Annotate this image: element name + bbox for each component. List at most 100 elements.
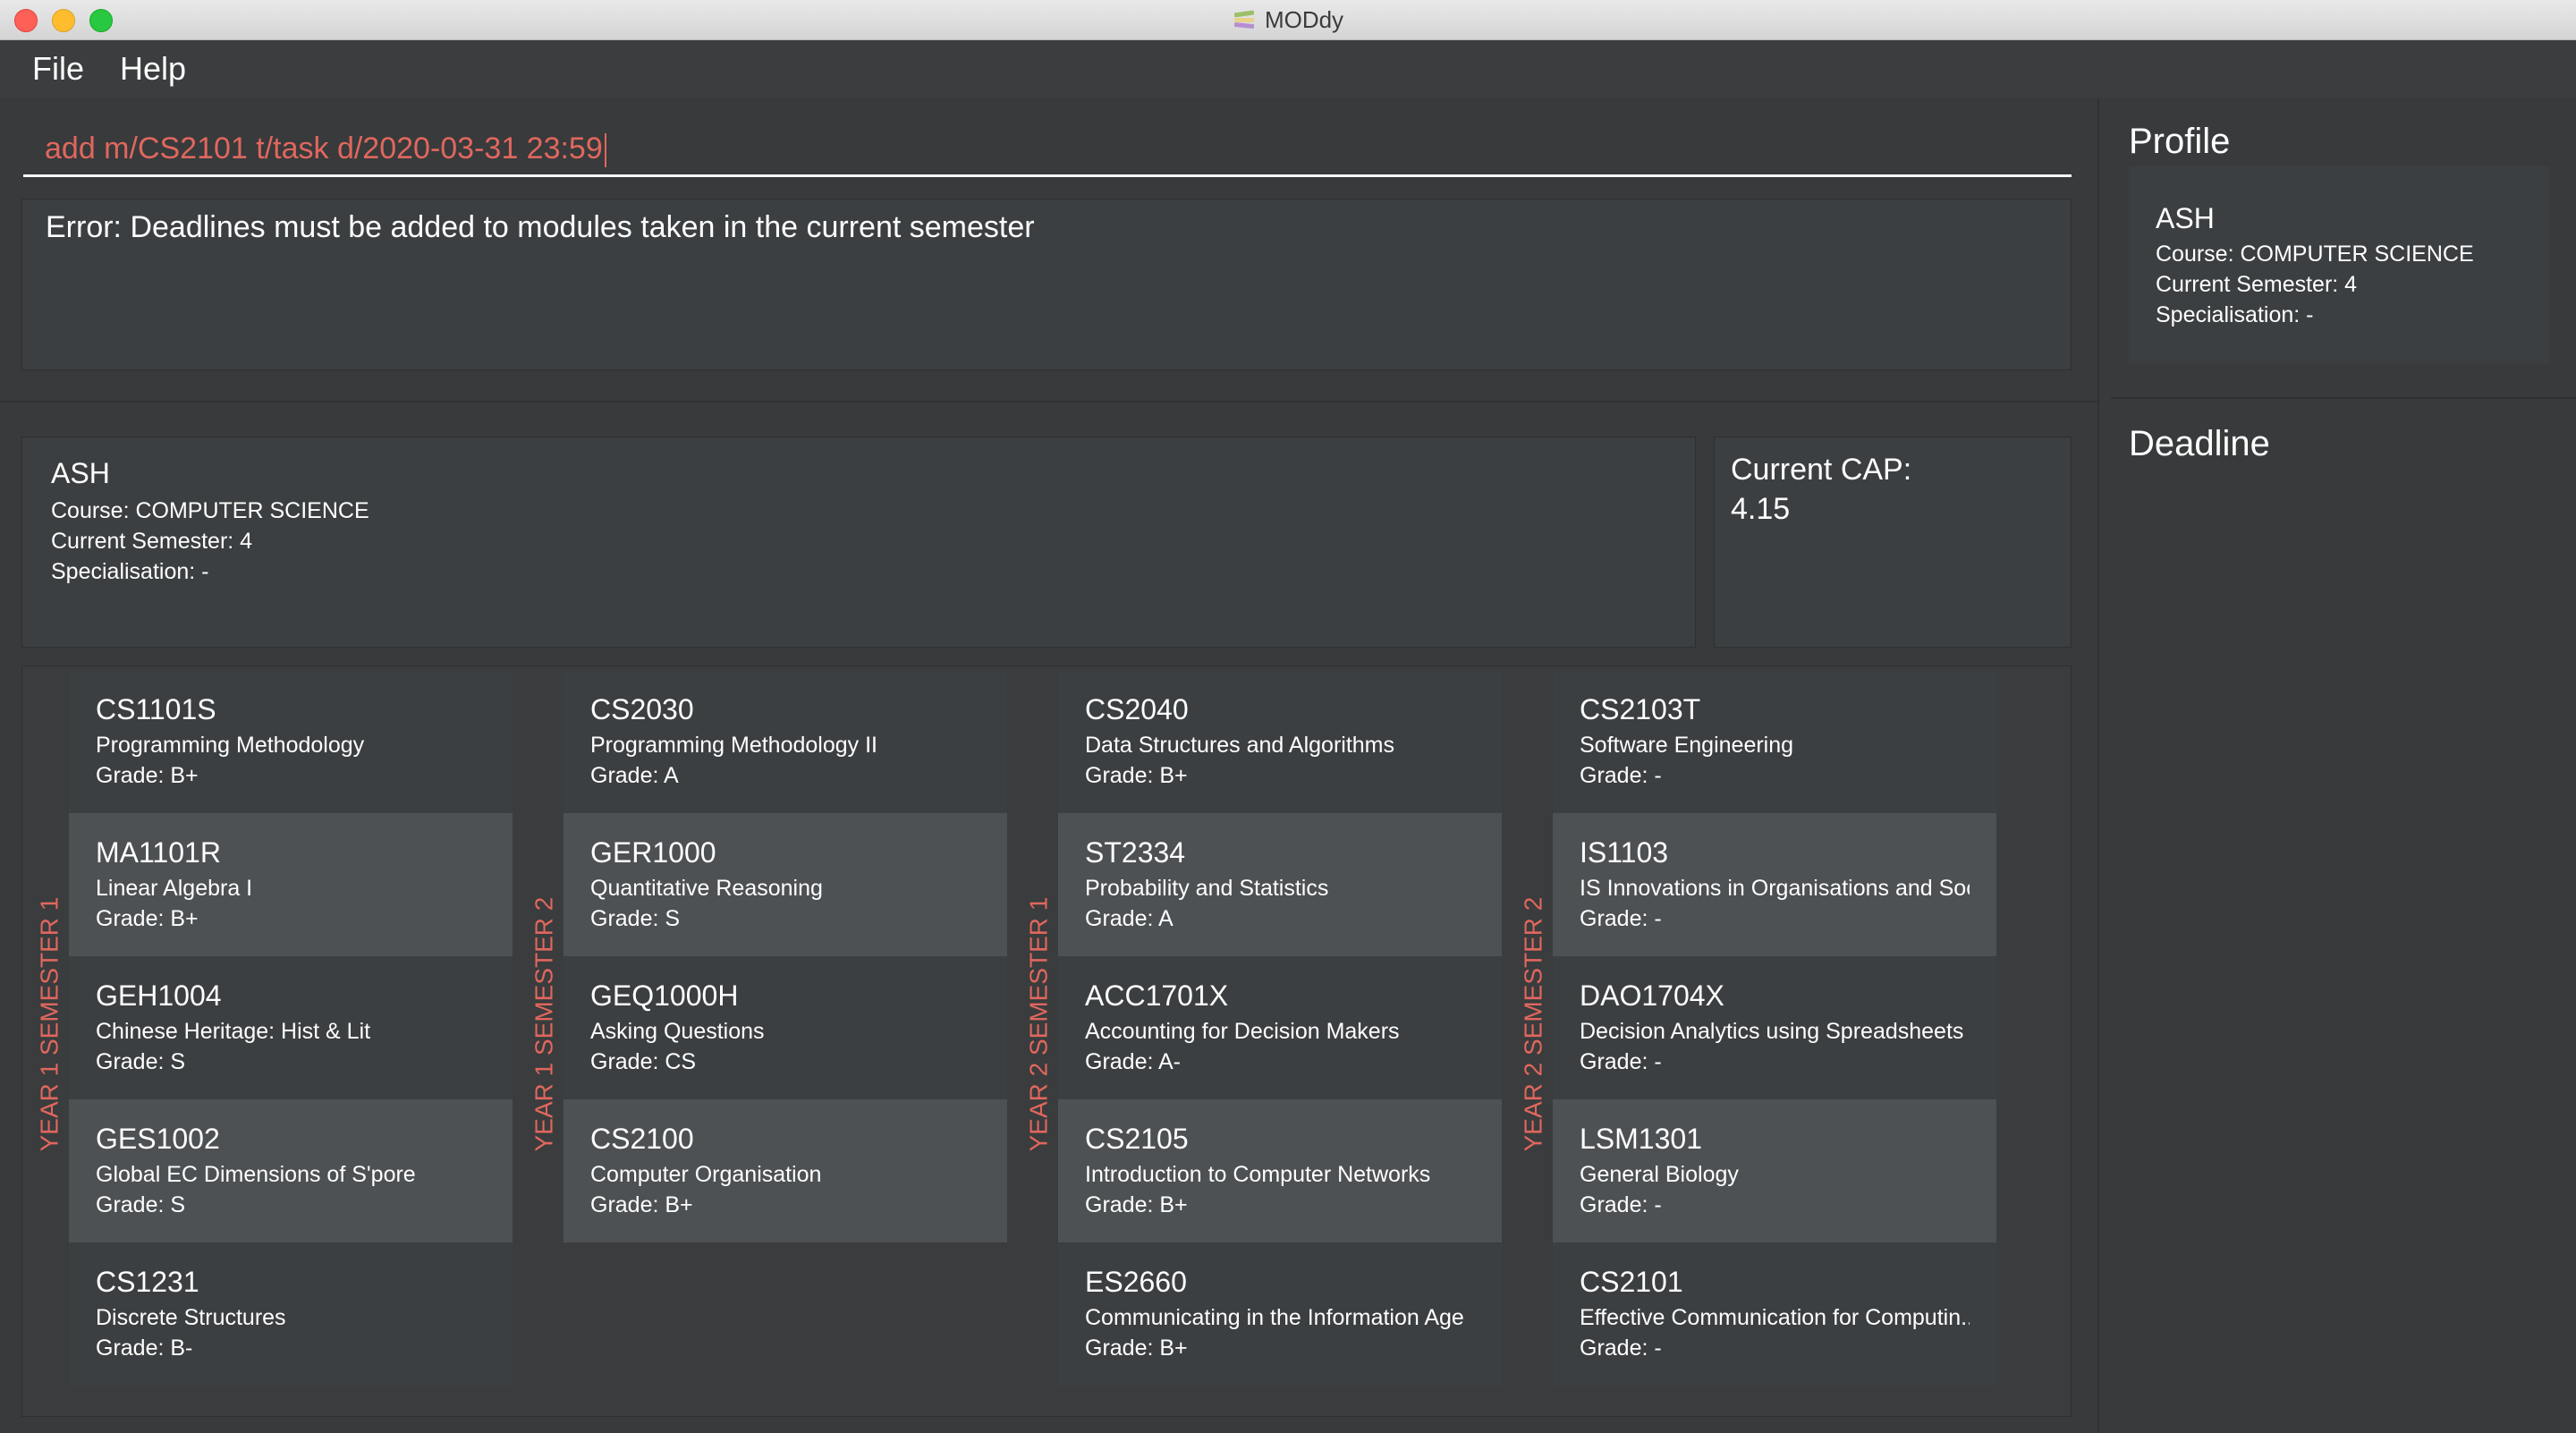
module-code: GER1000 — [590, 836, 716, 869]
module-title: Introduction to Computer Networks — [1085, 1162, 1431, 1187]
right-sidebar: Profile ASH Course: COMPUTER SCIENCE Cur… — [2111, 98, 2576, 1433]
result-message: Error: Deadlines must be added to module… — [46, 210, 1035, 244]
module-code: CS2103T — [1580, 693, 1701, 725]
section-divider — [0, 401, 2097, 403]
maximize-window-button[interactable] — [89, 9, 113, 32]
modules-panel[interactable]: YEAR 1 SEMESTER 1 CS1101S Programming Me… — [21, 666, 2072, 1417]
module-code: CS2040 — [1085, 693, 1189, 725]
window-title-group: MODdy — [1233, 6, 1343, 34]
module-title: Software Engineering — [1580, 733, 1794, 758]
window-controls — [14, 9, 113, 32]
module-code: IS1103 — [1580, 836, 1669, 869]
module-card[interactable]: CS2105 Introduction to Computer Networks… — [1058, 1099, 1502, 1242]
module-grade: Grade: A — [590, 763, 679, 788]
result-display: Error: Deadlines must be added to module… — [21, 199, 2072, 370]
menu-file[interactable]: File — [32, 50, 84, 88]
module-code: CS2100 — [590, 1123, 694, 1155]
sidebar-profile-specialisation: Specialisation: - — [2156, 302, 2314, 327]
module-card[interactable]: CS2101 Effective Communication for Compu… — [1553, 1242, 1996, 1386]
module-card[interactable]: CS2103T Software Engineering Grade: - — [1553, 670, 1996, 813]
module-title: Programming Methodology II — [590, 733, 877, 758]
cap-value: 4.15 — [1731, 492, 1791, 526]
window-titlebar: MODdy — [0, 0, 2576, 40]
module-code: MA1101R — [96, 836, 221, 869]
module-card[interactable]: CS1101S Programming Methodology Grade: B… — [69, 670, 513, 813]
module-grade: Grade: A- — [1085, 1049, 1181, 1074]
module-grade: Grade: A — [1085, 906, 1174, 931]
module-card[interactable]: ST2334 Probability and Statistics Grade:… — [1058, 813, 1502, 956]
profile-name: ASH — [51, 457, 110, 489]
minimize-window-button[interactable] — [52, 9, 75, 32]
module-title: Probability and Statistics — [1085, 876, 1329, 901]
module-title: Discrete Structures — [96, 1305, 286, 1330]
sidebar-divider — [2111, 397, 2576, 399]
module-code: CS2101 — [1580, 1266, 1683, 1298]
module-grade: Grade: B+ — [96, 906, 199, 931]
module-grade: Grade: CS — [590, 1049, 697, 1074]
module-code: GEH1004 — [96, 979, 222, 1012]
sidebar-profile-course: Course: COMPUTER SCIENCE — [2156, 242, 2474, 267]
module-card[interactable]: ACC1701X Accounting for Decision Makers … — [1058, 956, 1502, 1099]
module-code: GEQ1000H — [590, 979, 739, 1012]
module-grade: Grade: B- — [96, 1335, 193, 1361]
module-card[interactable]: CS2040 Data Structures and Algorithms Gr… — [1058, 670, 1502, 813]
module-card[interactable]: GEH1004 Chinese Heritage: Hist & Lit Gra… — [69, 956, 513, 1099]
module-card[interactable]: GEQ1000H Asking Questions Grade: CS — [564, 956, 1007, 1099]
module-title: Accounting for Decision Makers — [1085, 1019, 1400, 1044]
profile-specialisation: Specialisation: - — [51, 559, 209, 584]
sidebar-profile-semester: Current Semester: 4 — [2156, 272, 2358, 297]
command-input[interactable]: add m/CS2101 t/task d/2020-03-31 23:59 — [23, 120, 2072, 177]
module-title: Linear Algebra I — [96, 876, 253, 901]
module-grade: Grade: S — [590, 906, 681, 931]
module-code: CS2030 — [590, 693, 694, 725]
app-books-icon — [1233, 10, 1256, 30]
module-grade: Grade: S — [96, 1192, 186, 1217]
module-card[interactable]: ES2660 Communicating in the Information … — [1058, 1242, 1502, 1386]
module-card[interactable]: CS2100 Computer Organisation Grade: B+ — [564, 1099, 1007, 1242]
semester-label: YEAR 1 SEMESTER 1 — [35, 896, 64, 1152]
module-card[interactable]: GES1002 Global EC Dimensions of S'pore G… — [69, 1099, 513, 1242]
module-grade: Grade: B+ — [1085, 1192, 1188, 1217]
module-title: Asking Questions — [590, 1019, 765, 1044]
module-code: DAO1704X — [1580, 979, 1724, 1012]
module-title: Computer Organisation — [590, 1162, 822, 1187]
panel-divider[interactable] — [2097, 98, 2099, 1433]
module-card[interactable]: LSM1301 General Biology Grade: - — [1553, 1099, 1996, 1242]
text-caret — [604, 133, 606, 168]
module-card[interactable]: DAO1704X Decision Analytics using Spread… — [1553, 956, 1996, 1099]
profile-card: ASH Course: COMPUTER SCIENCE Current Sem… — [21, 437, 1696, 648]
module-card[interactable]: MA1101R Linear Algebra I Grade: B+ — [69, 813, 513, 956]
module-code: CS2105 — [1085, 1123, 1189, 1155]
module-grade: Grade: S — [96, 1049, 186, 1074]
menu-help[interactable]: Help — [120, 50, 186, 88]
module-card[interactable]: CS2030 Programming Methodology II Grade:… — [564, 670, 1007, 813]
profile-section-title: Profile — [2129, 122, 2231, 161]
module-card[interactable]: GER1000 Quantitative Reasoning Grade: S — [564, 813, 1007, 956]
module-title: Data Structures and Algorithms — [1085, 733, 1394, 758]
module-title: Programming Methodology — [96, 733, 365, 758]
profile-course: Course: COMPUTER SCIENCE — [51, 498, 369, 523]
cap-label: Current CAP: — [1731, 453, 1912, 487]
command-area: add m/CS2101 t/task d/2020-03-31 23:59 — [0, 98, 2097, 199]
module-grade: Grade: - — [1580, 1335, 1662, 1361]
close-window-button[interactable] — [14, 9, 38, 32]
module-title: Chinese Heritage: Hist & Lit — [96, 1019, 371, 1044]
module-title: Effective Communication for Computin... — [1580, 1305, 1970, 1330]
module-card[interactable]: IS1103 IS Innovations in Organisations a… — [1553, 813, 1996, 956]
module-code: CS1101S — [96, 693, 216, 725]
module-card[interactable]: CS1231 Discrete Structures Grade: B- — [69, 1242, 513, 1386]
module-grade: Grade: B+ — [96, 763, 199, 788]
command-text: add m/CS2101 t/task d/2020-03-31 23:59 — [45, 131, 603, 165]
menu-bar: File Help — [0, 40, 2576, 98]
module-code: LSM1301 — [1580, 1123, 1702, 1155]
module-grade: Grade: - — [1580, 1192, 1662, 1217]
module-title: Communicating in the Information Age — [1085, 1305, 1464, 1330]
semester-label: YEAR 2 SEMESTER 1 — [1024, 896, 1053, 1152]
semester-label: YEAR 1 SEMESTER 2 — [530, 896, 558, 1152]
semester-label: YEAR 2 SEMESTER 2 — [1519, 896, 1547, 1152]
module-grade: Grade: - — [1580, 906, 1662, 931]
profile-semester: Current Semester: 4 — [51, 529, 253, 554]
module-grade: Grade: B+ — [590, 1192, 693, 1217]
module-title: Decision Analytics using Spreadsheets — [1580, 1019, 1964, 1044]
window-title: MODdy — [1264, 5, 1344, 33]
